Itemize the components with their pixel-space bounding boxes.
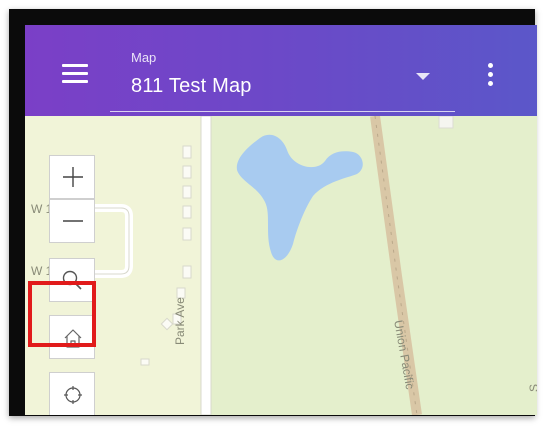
building	[182, 165, 192, 179]
locate-button[interactable]	[49, 372, 95, 415]
map-selector-label: Map	[131, 50, 157, 65]
building	[182, 185, 192, 199]
building	[182, 205, 192, 219]
zoom-controls	[49, 155, 95, 243]
building	[438, 116, 454, 129]
park-ave-road	[200, 116, 212, 415]
street-label-s: S	[527, 384, 537, 392]
window-frame: Map 811 Test Map W 1 W 1 Park Ave Union …	[9, 9, 537, 416]
app-bar: Map 811 Test Map	[25, 25, 537, 116]
map-selector[interactable]: Map 811 Test Map	[110, 45, 455, 112]
zoom-in-icon	[63, 167, 83, 187]
app-screen: Map 811 Test Map W 1 W 1 Park Ave Union …	[25, 25, 537, 415]
dropdown-caret-icon[interactable]	[416, 73, 430, 80]
more-vert-icon[interactable]	[487, 63, 495, 87]
zoom-out-icon	[63, 220, 83, 222]
menu-icon[interactable]	[62, 64, 88, 84]
map-canvas[interactable]: W 1 W 1 Park Ave Union Pacific S	[25, 116, 537, 415]
home-button-highlight	[28, 281, 96, 347]
zoom-in-button[interactable]	[49, 155, 95, 199]
map-layer	[25, 116, 537, 415]
building	[140, 358, 150, 366]
map-selector-value: 811 Test Map	[131, 75, 252, 97]
zoom-out-button[interactable]	[49, 199, 95, 243]
street-label-park-ave: Park Ave	[173, 297, 187, 345]
locate-icon	[64, 386, 82, 404]
building	[182, 145, 192, 159]
building	[182, 227, 192, 241]
